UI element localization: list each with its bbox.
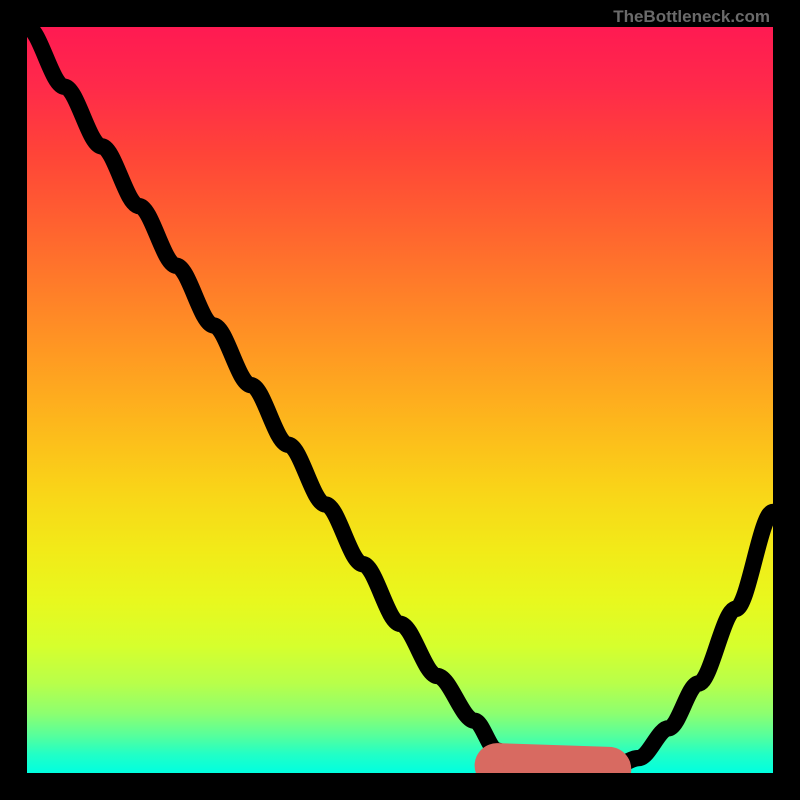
chart-container: TheBottleneck.com — [0, 0, 800, 800]
optimal-range-segment — [497, 766, 609, 770]
bottleneck-curve — [27, 27, 773, 773]
attribution-text: TheBottleneck.com — [613, 7, 770, 27]
curve-svg — [27, 27, 773, 773]
optimal-left-endpoint — [490, 759, 503, 772]
plot-area — [27, 27, 773, 773]
